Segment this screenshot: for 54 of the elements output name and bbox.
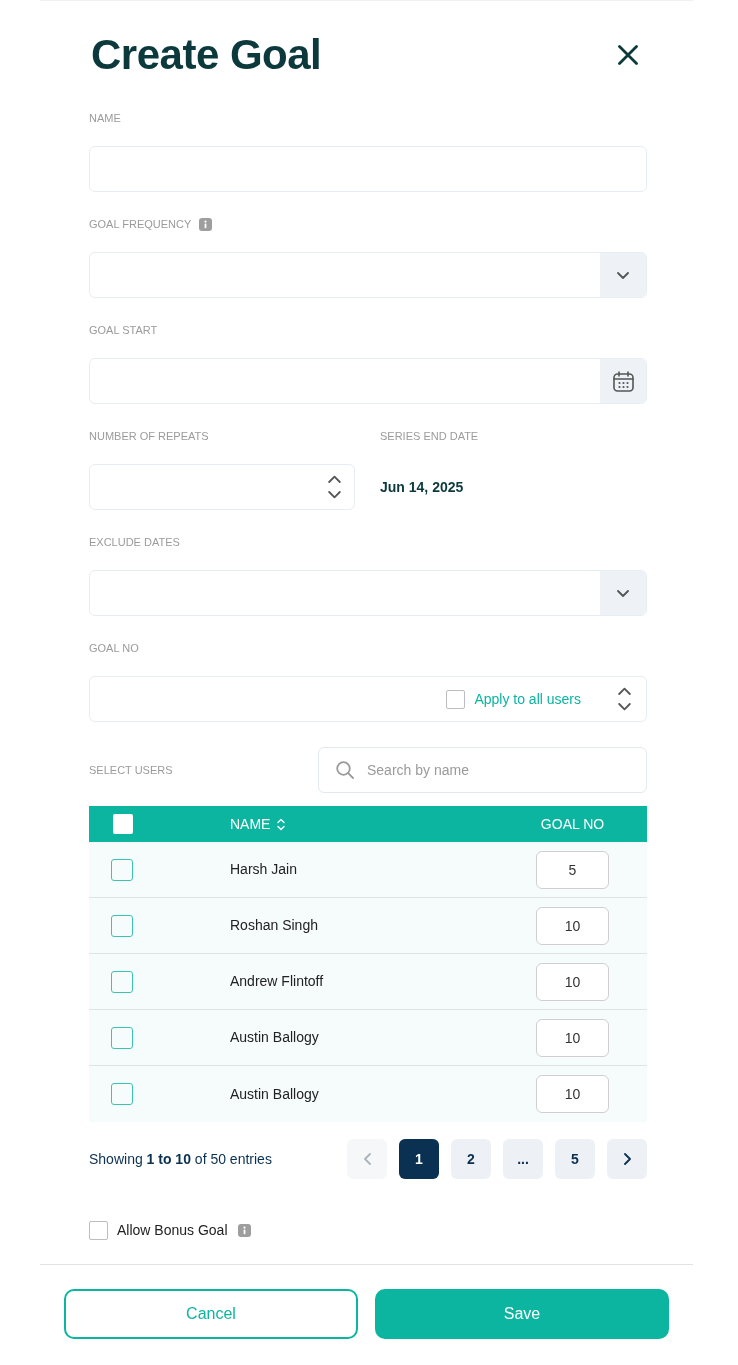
user-name: Andrew Flintoff: [230, 972, 325, 991]
dropdown-toggle[interactable]: [600, 253, 646, 297]
field-label: SERIES END DATE: [380, 429, 479, 443]
field-label: GOAL NO: [89, 641, 139, 655]
field-label: EXCLUDE DATES: [89, 535, 180, 549]
page-button[interactable]: ...: [503, 1139, 543, 1179]
search-icon: [336, 761, 354, 779]
goal-number-input[interactable]: 10: [536, 1075, 609, 1113]
text-input-field[interactable]: [89, 146, 647, 192]
dropdown-toggle[interactable]: [600, 571, 646, 615]
field-label: SELECT USERS: [89, 763, 173, 777]
date-input-field[interactable]: [89, 358, 647, 404]
sort-icon[interactable]: [277, 817, 286, 831]
select-all-checkbox[interactable]: [113, 814, 133, 834]
page-button[interactable]: 1: [399, 1139, 439, 1179]
user-name: Roshan Singh: [230, 916, 319, 935]
goal-number-input[interactable]: 10: [536, 962, 609, 1001]
field-label: NAME: [89, 111, 121, 125]
stepper-arrows-icon[interactable]: [328, 475, 341, 499]
entries-summary: Showing 1 to 10 of 50 entries: [89, 1149, 272, 1169]
checkbox[interactable]: [89, 1220, 108, 1240]
row-checkbox[interactable]: [111, 970, 133, 993]
field-label: NUMBER OF REPEATS: [89, 429, 209, 443]
user-name: Austin Ballogy: [230, 1084, 320, 1104]
row-checkbox[interactable]: [111, 1083, 133, 1105]
calendar-icon: [612, 370, 634, 392]
row-checkbox[interactable]: [111, 1026, 133, 1049]
dialog-title: Create Goal: [91, 32, 322, 78]
page-button[interactable]: 2: [451, 1139, 491, 1179]
next-page-button[interactable]: [607, 1139, 647, 1179]
page-button[interactable]: 5: [555, 1139, 595, 1179]
checkbox-label[interactable]: Allow Bonus Goal: [117, 1219, 228, 1241]
goal-number-input[interactable]: 10: [536, 1018, 609, 1057]
close-icon[interactable]: [618, 45, 638, 65]
date-value: Jun 14, 2025: [380, 477, 464, 497]
user-name: Austin Ballogy: [230, 1028, 320, 1047]
calendar-button[interactable]: [600, 359, 646, 403]
row-checkbox[interactable]: [111, 858, 133, 881]
goal-number-input[interactable]: 10: [536, 906, 609, 945]
chevron-right-icon[interactable]: [623, 1153, 631, 1165]
stepper-arrows-icon[interactable]: [618, 687, 631, 711]
row-checkbox[interactable]: [111, 914, 133, 937]
user-name: Harsh Jain: [230, 860, 298, 879]
field-label: GOAL START: [89, 323, 158, 337]
field-label: GOAL FREQUENCY: [89, 217, 192, 231]
chevron-down-icon: [617, 271, 629, 279]
select-field[interactable]: [89, 570, 647, 616]
search-field[interactable]: Search by name: [318, 747, 647, 793]
select-field[interactable]: [89, 252, 647, 298]
checkbox[interactable]: [446, 689, 466, 709]
chevron-down-icon: [617, 589, 629, 597]
column-header: GOAL NO: [540, 814, 605, 834]
goal-number-input[interactable]: 5: [536, 850, 609, 889]
number-input-field[interactable]: [89, 464, 355, 510]
